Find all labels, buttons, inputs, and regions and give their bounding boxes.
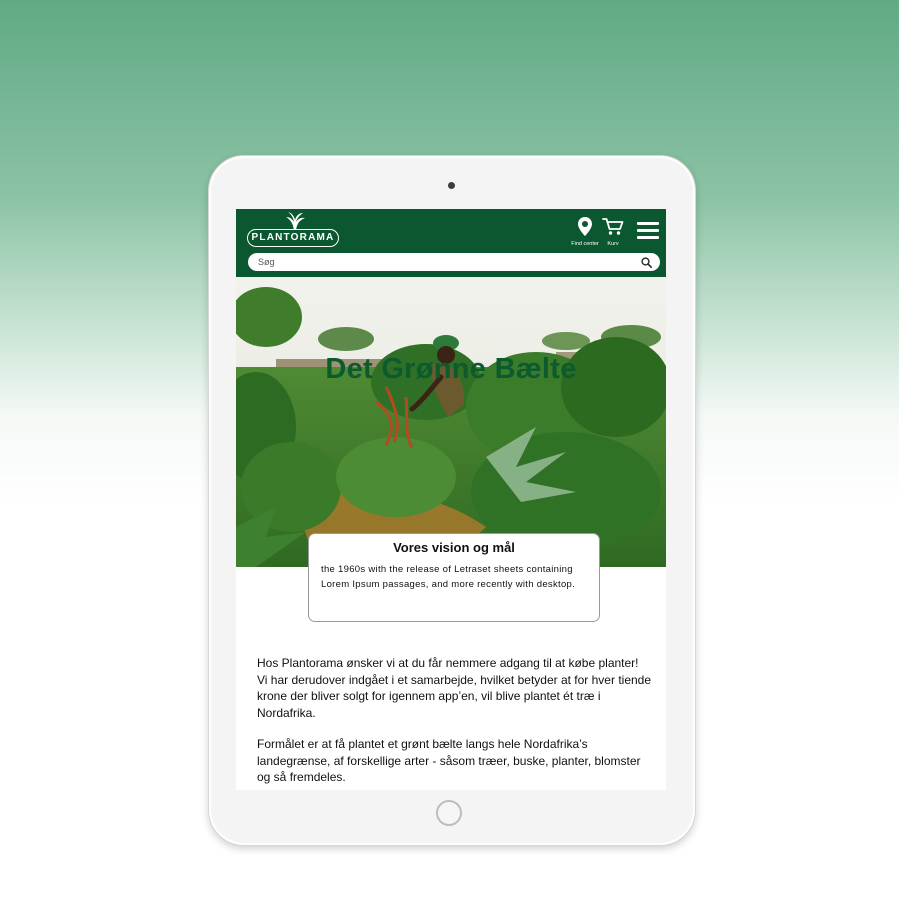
intro-paragraph: Hos Plantorama ønsker vi at du får nemme…	[257, 656, 652, 720]
search-input[interactable]	[248, 253, 660, 271]
palm-leaf-logo-icon	[286, 212, 305, 230]
plantorama-logo[interactable]: PLANTORAMA	[247, 229, 339, 247]
logo-text: PLANTORAMA	[251, 232, 335, 243]
cart-button[interactable]: Kurv	[600, 217, 626, 247]
home-button[interactable]	[436, 800, 462, 826]
find-center-button[interactable]: Find center	[567, 217, 603, 247]
vision-card: Vores vision og mål the 1960s with the r…	[308, 533, 600, 622]
farmer-field-photo	[236, 277, 666, 567]
cart-label: Kurv	[607, 241, 619, 247]
search-icon[interactable]	[641, 257, 652, 268]
app-screen: PLANTORAMA Find center Kurv Søg Det Grøn…	[236, 209, 666, 790]
hero-image: Det Grønne Bælte	[236, 277, 666, 567]
vision-card-text: the 1960s with the release of Letraset s…	[321, 564, 576, 590]
location-pin-icon	[578, 217, 592, 236]
find-center-label: Find center	[571, 241, 599, 247]
camera-icon	[448, 182, 455, 189]
page-title: Det Grønne Bælte	[325, 353, 577, 385]
shopping-cart-icon	[602, 218, 624, 235]
vision-card-title: Vores vision og mål	[393, 540, 515, 555]
top-bar: PLANTORAMA Find center Kurv	[236, 209, 666, 277]
purpose-paragraph: Formålet er at få plantet et grønt bælte…	[257, 737, 641, 784]
hamburger-menu-icon[interactable]	[637, 222, 659, 240]
